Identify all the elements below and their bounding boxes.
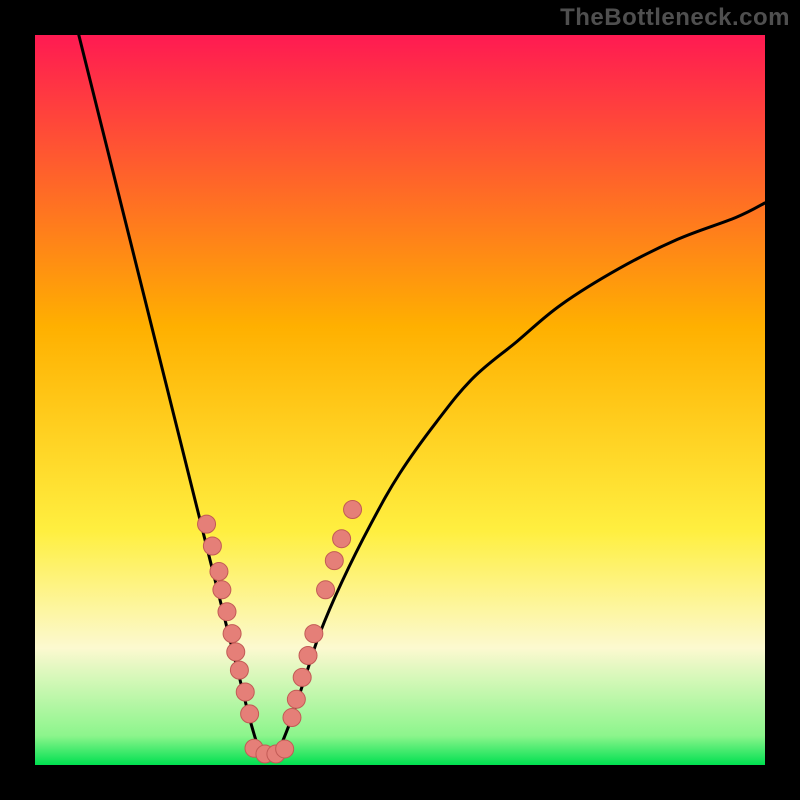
highlight-dot [198, 515, 216, 533]
highlight-dot [223, 625, 241, 643]
gradient-background [35, 35, 765, 765]
highlight-dot [333, 530, 351, 548]
watermark-text: TheBottleneck.com [560, 4, 790, 32]
bottleneck-chart [35, 35, 765, 765]
highlight-dot [293, 668, 311, 686]
highlight-dot [276, 740, 294, 758]
highlight-dot [236, 683, 254, 701]
outer-frame: TheBottleneck.com [0, 0, 800, 800]
highlight-dot [227, 643, 245, 661]
highlight-dot [218, 603, 236, 621]
highlight-dot [241, 705, 259, 723]
highlight-dot [230, 661, 248, 679]
highlight-dot [210, 563, 228, 581]
highlight-dot [203, 537, 221, 555]
highlight-dot [283, 709, 301, 727]
highlight-dot [325, 552, 343, 570]
highlight-dot [299, 647, 317, 665]
highlight-dot [287, 690, 305, 708]
highlight-dot [317, 581, 335, 599]
highlight-dot [305, 625, 323, 643]
highlight-dot [213, 581, 231, 599]
highlight-dot [344, 501, 362, 519]
